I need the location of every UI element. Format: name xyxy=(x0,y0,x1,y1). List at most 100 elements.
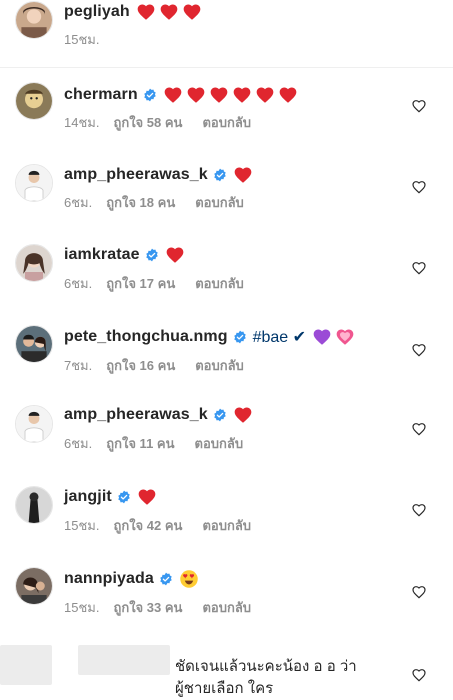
comment-emojis xyxy=(165,245,185,265)
comment-header: jangjit xyxy=(64,485,157,509)
heart-red-icon xyxy=(209,85,229,105)
verified-badge-icon xyxy=(213,168,227,182)
like-count[interactable]: ถูกใจ 18 คน xyxy=(106,192,175,213)
verified-badge-icon xyxy=(213,408,227,422)
timestamp: 14ชม. xyxy=(64,114,100,130)
comment-header: iamkratae xyxy=(64,243,185,267)
like-count[interactable]: ถูกใจ 33 คน xyxy=(113,597,182,618)
avatar[interactable] xyxy=(15,1,53,39)
heart-outline-icon[interactable] xyxy=(411,342,427,358)
heart-outline-icon[interactable] xyxy=(411,98,427,114)
avatar[interactable] xyxy=(15,82,53,120)
heart-red-icon xyxy=(163,85,183,105)
comment-emojis xyxy=(163,85,298,105)
heart-red-icon xyxy=(182,2,202,22)
reply-button[interactable]: ตอบกลับ xyxy=(195,192,244,213)
reply-button[interactable]: ตอบกลับ xyxy=(202,515,251,536)
blurred-username xyxy=(78,645,170,675)
comment-header: pete_thongchua.nmg #bae ✔ xyxy=(64,325,355,349)
like-count[interactable]: ถูกใจ 16 คน xyxy=(106,355,175,376)
verified-badge-icon xyxy=(117,490,131,504)
heart-red-icon xyxy=(233,405,253,425)
verified-badge-icon xyxy=(233,330,247,344)
comment-meta: 6ชม. ถูกใจ 17 คน ตอบกลับ xyxy=(64,274,264,292)
username-link[interactable]: chermarn xyxy=(64,86,138,104)
heart-outline-icon[interactable] xyxy=(411,667,427,683)
username-link[interactable]: jangjit xyxy=(64,488,112,506)
comment-meta: 7ชม. ถูกใจ 16 คน ตอบกลับ xyxy=(64,356,264,374)
timestamp: 15ชม. xyxy=(64,31,100,47)
avatar[interactable] xyxy=(15,244,53,282)
comment-meta: 6ชม. ถูกใจ 18 คน ตอบกลับ xyxy=(64,193,264,211)
reply-button[interactable]: ตอบกลับ xyxy=(202,597,251,618)
heart-red-icon xyxy=(137,487,157,507)
heart-outline-icon[interactable] xyxy=(411,260,427,276)
like-count[interactable]: ถูกใจ 11 คน xyxy=(106,433,174,454)
comment-text: #bae ✔ xyxy=(252,329,307,346)
heart-outline-icon[interactable] xyxy=(411,421,427,437)
heart-eyes-face-icon xyxy=(179,569,199,589)
comment-header: amp_pheerawas_k xyxy=(64,163,253,187)
heart-red-icon xyxy=(233,165,253,185)
verified-badge-icon xyxy=(159,572,173,586)
heart-red-icon xyxy=(159,2,179,22)
username-link[interactable]: amp_pheerawas_k xyxy=(64,406,208,424)
blurred-avatar xyxy=(0,645,52,685)
comment-meta: 15ชม. ถูกใจ 33 คน ตอบกลับ xyxy=(64,598,271,616)
comment-header: amp_pheerawas_k xyxy=(64,403,253,427)
comment-header: pegliyah xyxy=(64,0,202,24)
comment-emojis xyxy=(233,165,253,185)
avatar[interactable] xyxy=(15,325,53,363)
username-link[interactable]: amp_pheerawas_k xyxy=(64,166,208,184)
like-count[interactable]: ถูกใจ 42 คน xyxy=(113,515,182,536)
heart-outline-icon[interactable] xyxy=(411,502,427,518)
timestamp: 6ชม. xyxy=(64,194,93,210)
like-count[interactable]: ถูกใจ 58 คน xyxy=(113,112,182,133)
timestamp: 6ชม. xyxy=(64,275,93,291)
comment-emojis xyxy=(136,2,202,22)
heart-red-icon xyxy=(232,85,252,105)
avatar[interactable] xyxy=(15,405,53,443)
username-link[interactable]: pegliyah xyxy=(64,3,130,21)
timestamp: 6ชม. xyxy=(64,435,93,451)
username-link[interactable]: nannpiyada xyxy=(64,570,154,588)
divider xyxy=(0,67,453,68)
timestamp: 15ชม. xyxy=(64,517,100,533)
heart-red-icon xyxy=(255,85,275,105)
heart-red-icon xyxy=(165,245,185,265)
heart-red-icon xyxy=(136,2,156,22)
heart-red-icon xyxy=(186,85,206,105)
comment-meta: 15ชม. ถูกใจ 42 คน ตอบกลับ xyxy=(64,516,271,534)
heart-red-icon xyxy=(278,85,298,105)
avatar[interactable] xyxy=(15,486,53,524)
comment-emojis xyxy=(137,487,157,507)
timestamp: 7ชม. xyxy=(64,357,93,373)
comment-emojis xyxy=(179,569,199,589)
verified-badge-icon xyxy=(143,88,157,102)
comment-emojis xyxy=(312,327,355,347)
comment-meta: 14ชม. ถูกใจ 58 คน ตอบกลับ xyxy=(64,113,271,131)
username-link[interactable]: iamkratae xyxy=(64,246,140,264)
comments-list: pegliyah 15ชม. chermarn 14ชม. ถูกใจ 58 คน ตอบ… xyxy=(0,0,453,697)
reply-button[interactable]: ตอบกลับ xyxy=(195,355,244,376)
heart-outline-icon[interactable] xyxy=(411,584,427,600)
like-count[interactable]: ถูกใจ 17 คน xyxy=(106,273,175,294)
comment-meta: 15ชม. xyxy=(64,30,113,48)
reply-button[interactable]: ตอบกลับ xyxy=(202,112,251,133)
comment-header: nannpiyada xyxy=(64,567,199,591)
reply-button[interactable]: ตอบกลับ xyxy=(195,433,244,454)
reply-button[interactable]: ตอบกลับ xyxy=(195,273,244,294)
verified-badge-icon xyxy=(145,248,159,262)
avatar[interactable] xyxy=(15,164,53,202)
comment-meta: 6ชม. ถูกใจ 11 คน ตอบกลับ xyxy=(64,434,263,452)
comment-text-continued: ผู้ชายเลือก ใคร xyxy=(175,680,274,697)
username-link[interactable]: pete_thongchua.nmg xyxy=(64,328,228,346)
heart-outline-icon[interactable] xyxy=(411,179,427,195)
comment-emojis xyxy=(233,405,253,425)
heart-purple-icon xyxy=(312,327,332,347)
comment-text: ชัดเจนแล้วนะคะน้อง อ อ ว่า xyxy=(175,658,357,675)
heart-growing-pink-icon xyxy=(335,327,355,347)
avatar[interactable] xyxy=(15,567,53,605)
comment-header: chermarn xyxy=(64,83,298,107)
timestamp: 15ชม. xyxy=(64,599,100,615)
